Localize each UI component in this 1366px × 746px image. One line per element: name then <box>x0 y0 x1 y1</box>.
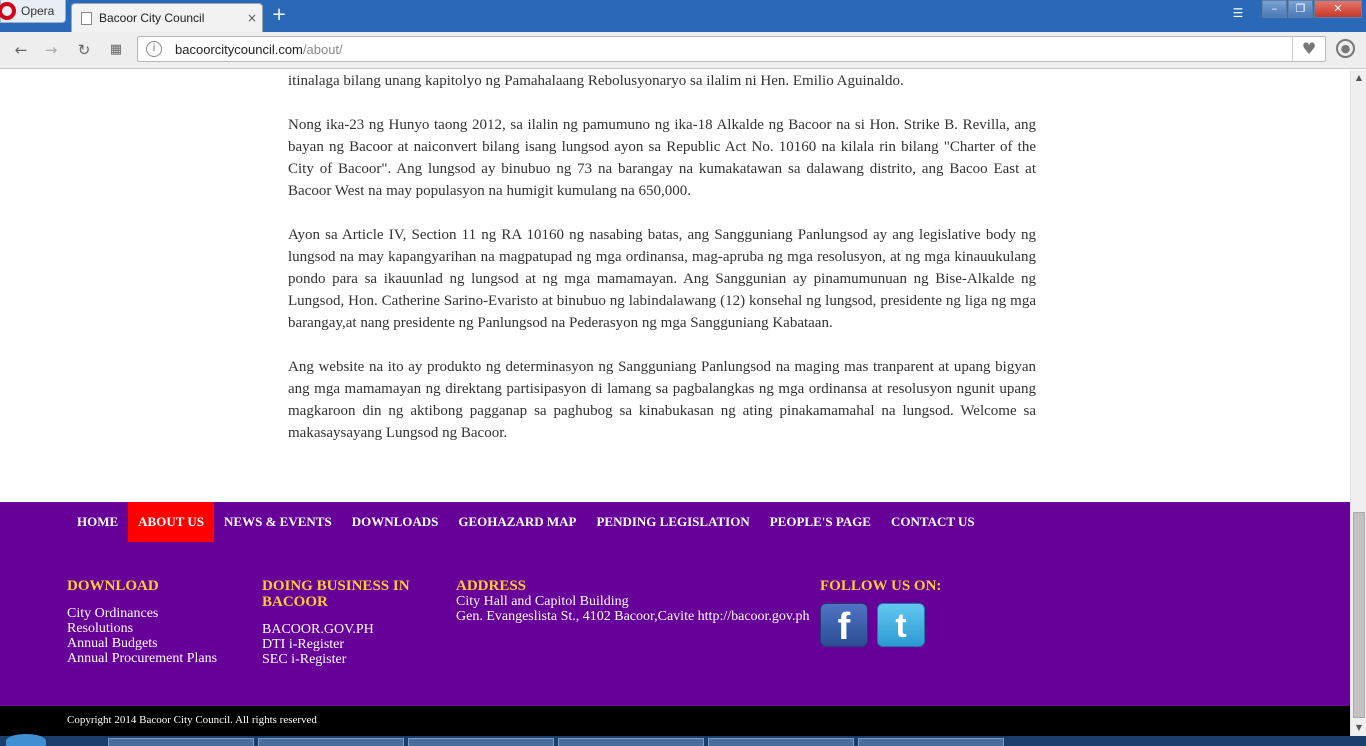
url-text[interactable]: bacoorcitycouncil.com/about/ <box>175 42 343 57</box>
close-tab-icon[interactable]: × <box>242 11 262 25</box>
article-paragraph: itinalaga bilang unang kapitolyo ng Pama… <box>288 73 904 89</box>
close-window-icon[interactable]: ✕ <box>1314 0 1362 18</box>
new-tab-icon[interactable]: + <box>270 6 288 24</box>
article-paragraph: Ayon sa Article IV, Section 11 ng RA 101… <box>288 227 1036 331</box>
opera-logo-icon <box>0 2 16 20</box>
footer-nav-downloads[interactable]: DOWNLOADS <box>342 502 449 542</box>
link-sec-iregister[interactable]: SEC i-Register <box>262 652 422 667</box>
taskbar-item[interactable] <box>708 738 854 746</box>
copyright-bar: Copyright 2014 Bacoor City Council. All … <box>0 706 1350 736</box>
site-footer: HOME ABOUT US NEWS & EVENTS DOWNLOADS GE… <box>0 502 1350 706</box>
link-city-ordinances[interactable]: City Ordinances <box>67 606 217 621</box>
doing-business-heading: DOING BUSINESS IN BACOOR <box>262 578 410 610</box>
scroll-up-icon[interactable]: ▲ <box>1351 70 1366 86</box>
follow-us-column: FOLLOW US ON: f t <box>820 578 942 648</box>
about-article: itinalaga bilang unang kapitolyo ng Pama… <box>288 70 1036 466</box>
heart-icon[interactable]: ♥ <box>1298 39 1320 59</box>
url-host: bacoorcitycouncil.com <box>175 42 303 57</box>
footer-nav-peoples-page[interactable]: PEOPLE'S PAGE <box>760 502 881 542</box>
address-column: ADDRESS City Hall and Capitol Building G… <box>456 578 810 624</box>
footer-nav-news-events[interactable]: NEWS & EVENTS <box>214 502 342 542</box>
taskbar-item[interactable] <box>108 738 254 746</box>
windows-taskbar <box>0 734 1366 746</box>
tab-title: Bacoor City Council <box>99 11 205 25</box>
reload-icon[interactable]: ↻ <box>74 40 94 60</box>
address-line-2: Gen. Evangeslista St., 4102 Bacoor,Cavit… <box>456 609 810 624</box>
page-scrollbar[interactable]: ▲ ▼ <box>1350 70 1366 736</box>
follow-us-heading: FOLLOW US ON: <box>820 578 942 594</box>
link-resolutions[interactable]: Resolutions <box>67 621 217 636</box>
page-favicon-icon <box>81 11 92 25</box>
forward-icon[interactable]: → <box>41 40 61 60</box>
tab-menu-icon[interactable]: ☰ <box>1229 6 1247 24</box>
tab-bacoor-city-council[interactable]: Bacoor City Council × <box>71 3 263 32</box>
opera-label: Opera <box>21 4 55 18</box>
link-annual-procurement-plans[interactable]: Annual Procurement Plans <box>67 651 217 666</box>
minimize-window-icon[interactable]: – <box>1262 0 1287 18</box>
footer-nav-pending-legislation[interactable]: PENDING LEGISLATION <box>586 502 759 542</box>
address-bar[interactable]: i bacoorcitycouncil.com/about/ ♥ <box>137 36 1326 62</box>
footer-nav-home[interactable]: HOME <box>67 502 128 542</box>
taskbar-item[interactable] <box>258 738 404 746</box>
link-dti-iregister[interactable]: DTI i-Register <box>262 637 422 652</box>
link-annual-budgets[interactable]: Annual Budgets <box>67 636 217 651</box>
download-column: DOWNLOAD City Ordinances Resolutions Ann… <box>67 578 217 666</box>
link-bacoor-gov-ph[interactable]: BACOOR.GOV.PH <box>262 622 422 637</box>
opera-menu-button[interactable]: Opera <box>0 0 66 23</box>
footer-nav-geohazard-map[interactable]: GEOHAZARD MAP <box>448 502 586 542</box>
facebook-icon[interactable]: f <box>820 603 868 648</box>
taskbar-item[interactable] <box>858 738 1004 746</box>
copyright-text: Copyright 2014 Bacoor City Council. All … <box>67 714 317 726</box>
account-icon[interactable]: ● <box>1336 39 1355 58</box>
doing-business-column: DOING BUSINESS IN BACOOR BACOOR.GOV.PH D… <box>262 578 422 667</box>
article-paragraph: Ang website na ito ay produkto ng determ… <box>288 359 1036 441</box>
page-viewport: itinalaga bilang unang kapitolyo ng Pama… <box>0 70 1350 736</box>
scroll-down-icon[interactable]: ▼ <box>1351 720 1366 736</box>
tab-strip: Opera Bacoor City Council × + ☰ – ❐ ✕ <box>0 0 1366 32</box>
article-paragraph: Nong ika-23 ng Hunyo taong 2012, sa ilal… <box>288 117 1036 199</box>
taskbar-item[interactable] <box>558 738 704 746</box>
site-info-icon[interactable]: i <box>146 41 162 57</box>
footer-nav-contact-us[interactable]: CONTACT US <box>881 502 985 542</box>
twitter-icon[interactable]: t <box>877 603 925 647</box>
address-line-1: City Hall and Capitol Building <box>456 594 629 609</box>
scrollbar-thumb[interactable] <box>1353 512 1365 718</box>
taskbar-item[interactable] <box>408 738 554 746</box>
back-icon[interactable]: ← <box>11 40 31 60</box>
start-button-icon[interactable] <box>6 734 46 746</box>
url-path: /about/ <box>302 42 343 57</box>
footer-nav-about-us[interactable]: ABOUT US <box>128 502 215 542</box>
maximize-window-icon[interactable]: ❐ <box>1288 0 1313 18</box>
address-divider <box>1292 37 1293 61</box>
social-links: f t <box>820 603 941 648</box>
download-heading: DOWNLOAD <box>67 578 159 594</box>
speed-dial-icon[interactable]: ▦ <box>106 40 126 60</box>
footer-nav: HOME ABOUT US NEWS & EVENTS DOWNLOADS GE… <box>67 502 985 542</box>
address-heading: ADDRESS <box>456 578 527 594</box>
